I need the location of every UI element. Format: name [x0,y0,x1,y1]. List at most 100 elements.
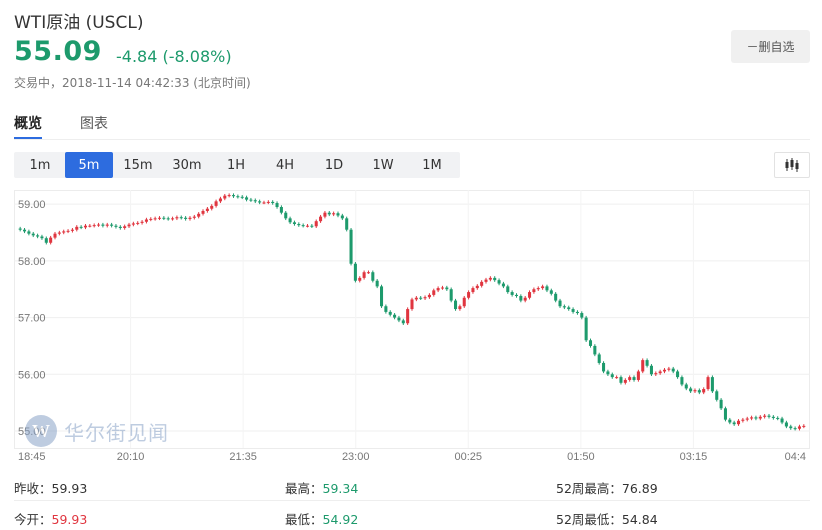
candle-body [319,216,323,222]
candle-body [684,384,688,389]
candle-body [514,294,519,297]
candle-body [205,208,209,211]
candle-body [140,221,144,223]
interval-1m[interactable]: 1m [16,152,64,178]
candle-body [606,371,610,375]
stat-label: 最低： [285,512,323,527]
candle-body [541,286,545,289]
candle-body [284,212,288,219]
candle-body [697,390,701,393]
candle-body [36,235,40,237]
interval-1d[interactable]: 1D [310,152,358,178]
watermark-logo: W 华尔街见闻 [24,414,169,448]
chart-type-button[interactable] [774,152,810,178]
candle-body [401,320,405,324]
tab-chart[interactable]: 图表 [80,113,108,137]
candle-body [562,306,566,308]
candle-body [558,300,562,307]
candle-body [641,360,645,372]
candle-body [253,200,257,202]
candle-body [802,425,806,427]
candle-body [166,218,170,220]
candle-body [763,415,767,417]
candle-body [797,426,801,429]
stat-value: 76.89 [621,481,658,496]
candle-body [162,217,166,219]
x-tick-label: 00:25 [455,451,483,462]
candle-body [780,418,784,423]
x-tick-label: 20:10 [117,451,145,462]
candle-body [671,368,675,372]
candle-body [40,236,44,239]
candle-body [214,201,218,206]
candle-body [301,225,305,227]
candle-body [380,286,384,307]
candlestick-icon [785,158,799,172]
candle-body [345,218,349,230]
candle-body [210,205,214,209]
candle-body [567,307,571,310]
tab-overview[interactable]: 概览 [14,113,42,139]
candle-body [201,210,205,214]
candle-body [432,290,436,295]
candle-body [523,297,527,301]
candle-body [676,371,680,378]
x-tick-label: 04:4 [785,451,806,462]
candle-body [371,272,375,281]
stat-label: 昨收： [14,481,52,496]
stat-low: 最低：54.92 [285,509,358,528]
candle-body [97,224,101,226]
candle-body [649,365,653,375]
candle-body [131,223,135,225]
candle-body [362,272,366,278]
candle-body [353,263,357,281]
candle-body [680,377,684,385]
candle-body [57,232,61,234]
stat-value: 59.34 [322,481,359,496]
stat-prev-close: 昨收：59.93 [14,478,87,497]
interval-5m[interactable]: 5m [65,152,113,178]
candle-body [375,280,379,287]
candle-body [123,226,127,228]
candle-body [292,222,296,225]
candle-body [340,215,344,219]
interval-30m[interactable]: 30m [163,152,211,178]
candle-body [728,419,732,423]
candle-body [532,289,536,293]
candle-body [736,420,741,425]
interval-15m[interactable]: 15m [114,152,162,178]
candle-body [31,233,35,236]
stat-52w-low: 52周最低：54.84 [556,509,658,528]
interval-1h[interactable]: 1H [212,152,260,178]
candle-body [436,288,440,291]
candle-body [410,299,414,310]
stat-label: 今开： [14,512,52,527]
candle-body [327,212,331,215]
candle-body [92,225,96,227]
interval-4h[interactable]: 4H [261,152,309,178]
candle-body [349,229,353,264]
candle-body [580,313,584,318]
candle-body [406,309,410,324]
y-tick-label: 58.00 [18,256,46,268]
watermark-text: 华尔街见闻 [64,420,169,445]
candle-body [497,280,501,284]
candle-body [667,368,671,370]
candle-body [510,292,514,295]
candle-body [70,229,74,231]
candle-body [732,422,736,425]
y-tick-label: 56.00 [18,369,46,381]
candle-body [710,377,714,392]
candle-body [358,277,362,281]
candle-body [784,422,788,427]
instrument-title: WTI原油 (USCL) [14,13,144,33]
interval-1mo[interactable]: 1M [408,152,456,178]
candle-body [249,199,253,201]
candle-body [654,373,658,375]
candle-body [471,288,475,293]
candle-body [575,311,579,314]
interval-1w[interactable]: 1W [359,152,407,178]
remove-watchlist-button[interactable]: －删自选 [731,30,810,63]
candle-body [192,216,196,218]
candle-body [23,229,27,232]
